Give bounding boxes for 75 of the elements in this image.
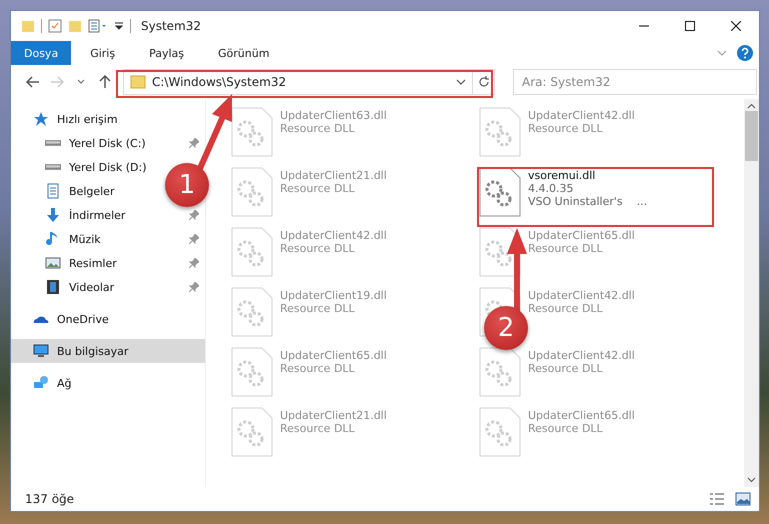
up-arrow-icon [99, 75, 111, 89]
sidebar-item[interactable]: Belgeler [11, 179, 120, 203]
search-field[interactable]: Ara: System32 [513, 69, 757, 95]
file-gear-icon [230, 347, 274, 397]
sidebar-item[interactable]: Hızlı erişim [11, 107, 205, 131]
scroll-down-icon[interactable] [747, 477, 756, 483]
window-title: System32 [141, 19, 202, 33]
folder-icon [130, 75, 146, 89]
file-gear-icon [230, 107, 274, 157]
scrollbar-thumb[interactable] [745, 111, 758, 161]
sidebar-item[interactable]: Yerel Disk (D:) [11, 155, 153, 179]
file-gear-icon [230, 227, 274, 277]
dropdown-icon[interactable] [114, 21, 124, 31]
download-icon [45, 207, 61, 223]
file-detail: Resource DLL [528, 362, 604, 375]
file-gear-icon [478, 107, 522, 157]
chevron-down-icon[interactable] [456, 79, 466, 85]
sidebar-item[interactable]: OneDrive [11, 307, 205, 331]
film-icon [45, 279, 61, 295]
properties-icon[interactable] [88, 19, 108, 33]
file-detail: Resource DLL [280, 122, 356, 135]
back-arrow-icon [26, 76, 40, 88]
file-detail: VSO Uninstaller's ... [528, 195, 648, 208]
drive-icon [45, 140, 61, 146]
file-detail: Resource DLL [528, 302, 604, 315]
file-gear-icon [230, 407, 274, 457]
details-view-icon[interactable] [709, 492, 725, 506]
file-detail: Resource DLL [280, 422, 356, 435]
maximize-icon [685, 21, 695, 31]
file-gear-icon [478, 347, 522, 397]
file-detail: Resource DLL [280, 302, 356, 315]
ribbon-tab[interactable]: Giriş [77, 41, 128, 65]
monitor-icon [33, 343, 49, 359]
pin-icon [189, 282, 199, 292]
forward-arrow-icon [50, 76, 64, 88]
sidebar-item[interactable]: Müzik [11, 227, 205, 251]
file-gear-icon [478, 167, 522, 217]
file-detail: Resource DLL [528, 122, 604, 135]
document-icon [45, 183, 61, 199]
picture-icon [45, 255, 61, 271]
sidebar-item[interactable]: Videolar [11, 275, 205, 299]
sidebar-item[interactable]: Resimler [11, 251, 205, 275]
file-detail: Resource DLL [280, 242, 356, 255]
file-detail: Resource DLL [280, 362, 356, 375]
sidebar-item[interactable]: Yerel Disk (C:) [11, 131, 205, 155]
drive-icon [45, 164, 61, 170]
tiles-view-icon[interactable] [735, 492, 751, 506]
star-icon [33, 111, 49, 127]
item-count: 137 öğe [25, 492, 74, 506]
file-detail: Resource DLL [528, 422, 604, 435]
pin-icon [189, 138, 199, 148]
file-gear-icon [230, 167, 274, 217]
file-detail: Resource DLL [528, 242, 604, 255]
scroll-up-icon[interactable] [747, 103, 756, 109]
pin-icon [189, 234, 199, 244]
scrollbar[interactable] [744, 99, 759, 487]
ribbon-tab[interactable]: Paylaş [136, 41, 197, 65]
file-detail: Resource DLL [280, 182, 356, 195]
file-gear-icon [478, 407, 522, 457]
chevron-down-icon [77, 79, 85, 85]
sidebar-item[interactable]: Ağ [11, 371, 205, 395]
sidebar-item[interactable]: Bu bilgisayar [11, 339, 205, 363]
pin-icon [189, 258, 199, 268]
close-icon [731, 21, 741, 31]
ribbon-tab[interactable]: Dosya [11, 41, 72, 65]
file-detail: 4.4.0.35 [528, 182, 574, 195]
help-icon[interactable] [737, 45, 753, 61]
ribbon-tab[interactable]: Görünüm [205, 41, 282, 65]
file-gear-icon [230, 287, 274, 337]
pin-icon [189, 210, 199, 220]
file-name[interactable]: vsoremui.dll [528, 169, 648, 182]
checklist-icon[interactable] [48, 19, 62, 33]
address-bar[interactable]: C:\Windows\System32 [123, 69, 495, 95]
network-icon [33, 375, 49, 391]
refresh-icon [478, 76, 490, 88]
